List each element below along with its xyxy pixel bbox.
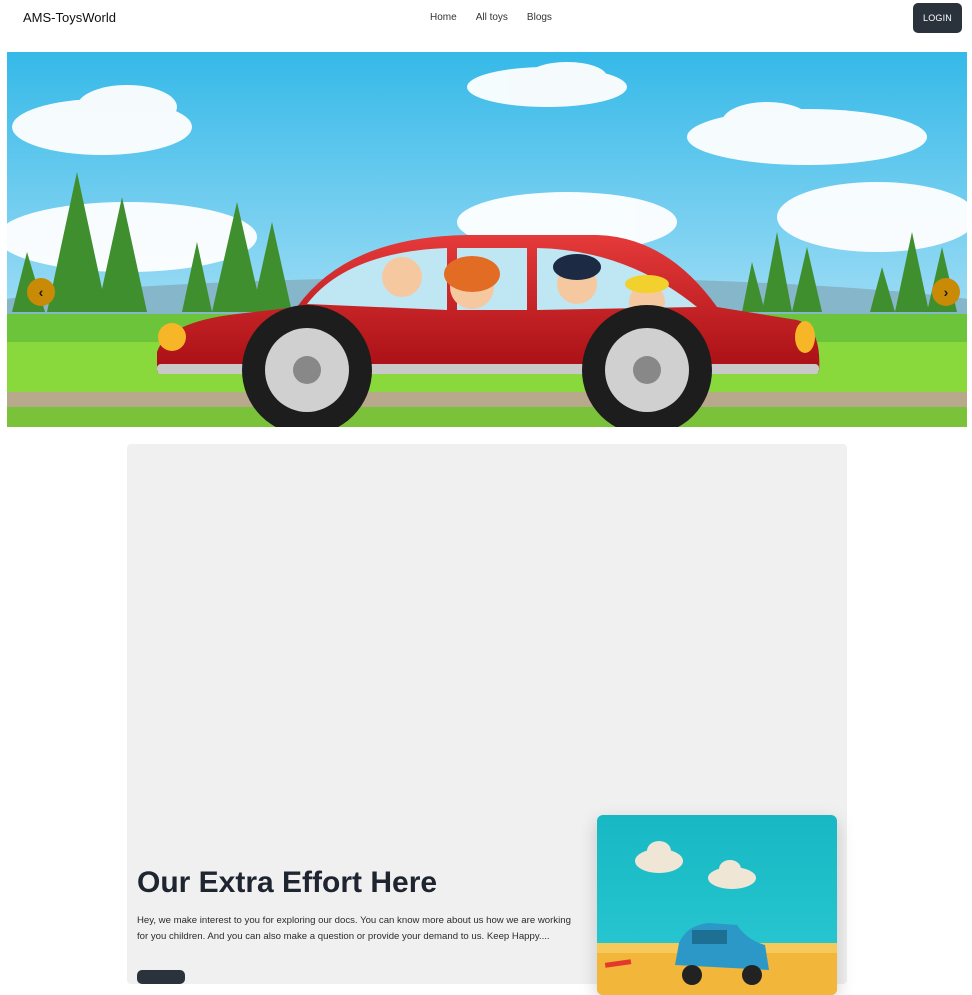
section-title: Our Extra Effort Here — [137, 866, 438, 899]
navbar: AMS-ToysWorld Home All toys Blogs LOGIN — [0, 0, 972, 50]
chevron-right-icon: › — [943, 284, 949, 300]
read-more-button[interactable] — [137, 970, 185, 984]
hero-slide-image — [7, 52, 967, 427]
nav-link-all-toys[interactable]: All toys — [476, 12, 508, 23]
section-description: Hey, we make interest to you for explori… — [137, 915, 571, 942]
carousel-prev-button[interactable]: ‹ — [27, 278, 55, 306]
brand-logo[interactable]: AMS-ToysWorld — [23, 10, 116, 25]
nav-link-home[interactable]: Home — [430, 12, 457, 23]
carousel-next-button[interactable]: › — [932, 278, 960, 306]
login-button[interactable]: LOGIN — [913, 3, 962, 33]
chevron-left-icon: ‹ — [38, 284, 44, 300]
toy-car-image — [597, 815, 837, 995]
nav-links: Home All toys Blogs — [430, 12, 571, 23]
nav-link-blogs[interactable]: Blogs — [527, 12, 552, 23]
toy-image-card — [597, 815, 837, 995]
hero-carousel: ‹ › — [7, 52, 967, 427]
